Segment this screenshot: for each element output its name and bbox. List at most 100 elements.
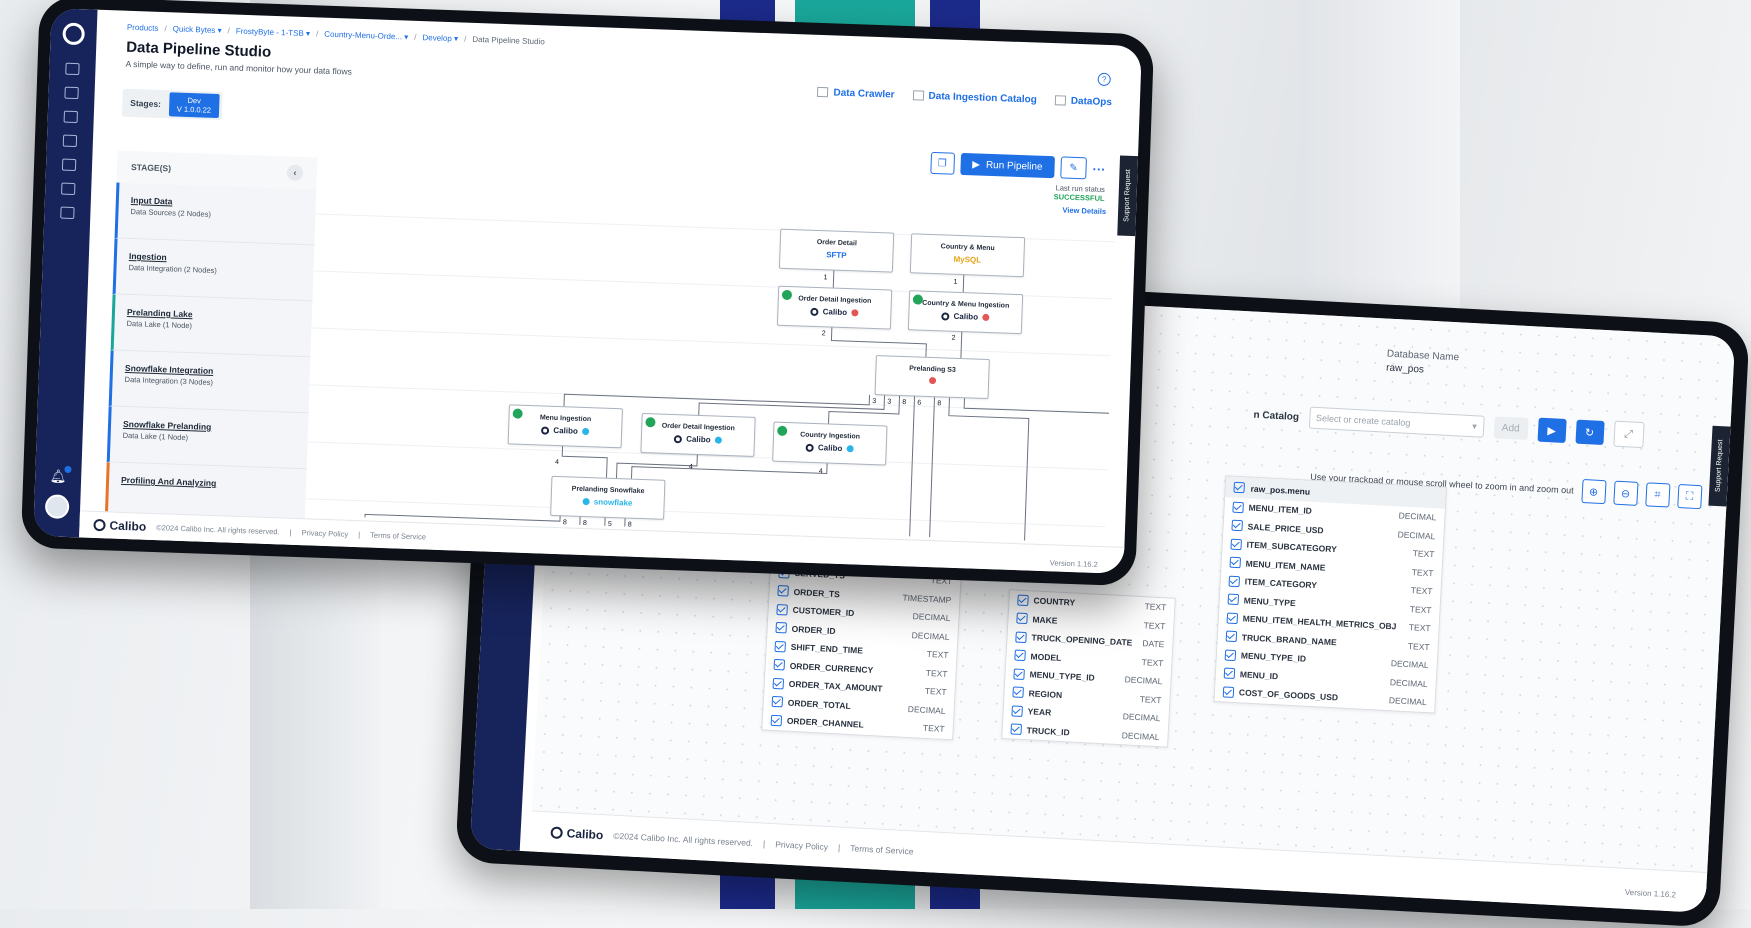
stage-item[interactable]: Input Data Data Sources (2 Nodes) [114,182,317,246]
privacy-link[interactable]: Privacy Policy [775,839,828,852]
checkbox-icon[interactable] [772,677,785,690]
checkbox-icon[interactable] [775,622,787,634]
zoom-out-button[interactable]: ⊖ [1612,480,1639,506]
node-prelanding-snowflake[interactable]: Prelanding Snowflake snowflake [550,475,666,520]
checkbox-icon[interactable] [1229,556,1242,569]
node-order-detail[interactable]: Order Detail SFTP [778,228,895,273]
checkbox-icon[interactable] [1223,667,1236,680]
help-icon[interactable]: ? [1097,72,1111,87]
breadcrumb-products[interactable]: Products [127,23,159,33]
checkbox-icon[interactable] [1226,612,1239,624]
pipeline-canvas[interactable]: Last run status SUCCESSFUL View Details [305,157,1118,544]
checkbox-icon[interactable] [773,659,786,671]
checkbox-icon[interactable] [770,714,783,727]
column-name: YEAR [1027,706,1052,718]
copy-button[interactable]: ❐ [929,151,955,175]
edge-label: 8 [563,519,567,526]
checkbox-icon[interactable] [771,696,784,708]
fullscreen-button[interactable]: ⛶ [1676,483,1703,510]
play-button[interactable]: ▶ [1537,417,1567,444]
node-menu-ingestion[interactable]: Menu Ingestion Calibo [507,404,623,449]
column-name-cell: MENU_ID [1223,667,1279,682]
column-name: ORDER_TAX_AMOUNT [788,678,883,694]
zoom-in-button[interactable]: ⊕ [1580,478,1607,505]
breadcrumb-country-menu[interactable]: Country-Menu-Orde... ▾ [324,30,408,42]
settings-icon[interactable] [60,206,75,220]
stage-item[interactable]: Prelanding Lake Data Lake (1 Node) [110,294,313,358]
checkbox-icon[interactable] [1232,501,1244,514]
checkbox-icon[interactable] [1228,575,1241,587]
column-type: TEXT [1412,548,1435,560]
checkbox-icon[interactable] [776,603,788,616]
add-catalog-button[interactable]: Add [1493,416,1529,441]
analytics-icon[interactable] [62,134,78,148]
catalog-select[interactable]: Select or create catalog ▾ [1308,406,1485,438]
support-request-tab[interactable]: Support Request [1708,425,1731,507]
refresh-button[interactable]: ↻ [1575,419,1605,445]
table-card-menu[interactable]: raw_pos.menu MENU_ITEM_ID DECIMAL SALE_PRI… [1213,475,1447,714]
users-icon[interactable] [61,182,76,196]
checkbox-icon[interactable] [1013,668,1025,680]
node-country-ingestion[interactable]: Country Ingestion Calibo [772,421,888,466]
terms-link[interactable]: Terms of Service [370,530,426,541]
dataops-link[interactable]: DataOps [1054,95,1112,108]
bell-icon[interactable]: 🔔︎ [50,465,72,485]
calibo-logo: Calibo [93,518,146,534]
fit-view-button[interactable]: ⌗ [1644,482,1671,508]
edit-button[interactable]: ✎ [1060,156,1087,180]
checkbox-icon[interactable] [1224,649,1237,661]
support-request-tab[interactable]: Support Request [1117,155,1139,237]
document-icon [912,90,924,101]
checkbox-icon[interactable] [1225,630,1238,643]
table-card-left[interactable]: SERVED_TSTEXTORDER_TSTIMESTAMPCUSTOMER_I… [761,561,962,740]
pipeline-actions: ❐ ▶ Run Pipeline ✎ ··· [929,151,1106,180]
zoom-out-icon: ⊖ [1620,487,1631,500]
checkbox-icon[interactable] [777,585,789,597]
checkbox-icon[interactable] [1014,649,1026,662]
checkbox-icon[interactable] [1222,686,1235,698]
checkbox-icon[interactable] [1227,593,1240,606]
pipeline-icon[interactable] [63,110,78,124]
checkbox-icon[interactable] [1012,686,1024,699]
more-options-icon[interactable]: ··· [1092,161,1106,176]
briefcase-icon[interactable] [64,86,79,100]
checkbox-icon[interactable] [774,640,787,653]
node-country-menu-ingestion[interactable]: Country & Menu Ingestion Calibo [907,290,1024,335]
run-pipeline-button[interactable]: ▶ Run Pipeline [959,152,1055,179]
node-order-detail-ingestion-2[interactable]: Order Detail Ingestion Calibo [640,412,756,457]
checkbox-icon[interactable] [1231,519,1243,532]
node-country-menu[interactable]: Country & Menu MySQL [909,233,1026,278]
collapse-panel-button[interactable]: ‹ [286,164,304,181]
breadcrumb-frostybyte[interactable]: FrostyByte - 1-TSB ▾ [236,27,311,39]
checkbox-icon[interactable] [1017,594,1029,606]
data-crawler-link[interactable]: Data Crawler [817,87,895,101]
breadcrumb-quick-bytes[interactable]: Quick Bytes ▾ [173,24,222,35]
column-type: DECIMAL [1397,529,1436,542]
checkbox-icon[interactable] [1011,705,1023,717]
dashboard-icon[interactable] [65,62,80,76]
node-prelanding-s3[interactable]: Prelanding S3 [874,355,990,400]
checkbox-icon[interactable] [1010,723,1022,736]
stage-item[interactable]: Ingestion Data Integration (2 Nodes) [112,238,315,302]
stage-dev-button[interactable]: Dev V 1.0.0.22 [168,92,220,119]
checkbox-icon[interactable] [1015,631,1027,643]
calibo-brand-icon[interactable] [62,22,86,46]
checkbox-icon[interactable] [1230,538,1242,550]
checkbox-icon[interactable] [1016,612,1028,625]
avatar[interactable] [44,494,70,520]
breadcrumb-develop[interactable]: Develop ▾ [422,33,458,43]
privacy-link[interactable]: Privacy Policy [301,528,348,539]
play-icon: ▶ [972,158,981,171]
terms-link[interactable]: Terms of Service [850,843,914,856]
checkbox-icon[interactable] [1233,481,1245,494]
stage-item[interactable]: Snowflake Integration Data Integration (3… [108,350,311,414]
column-name: MENU_TYPE_ID [1240,650,1307,664]
table-card-mid[interactable]: COUNTRY TEXT MAKE TEXT TRUCK_OPENING_DATE DAT… [1001,589,1176,748]
column-name: MENU_TYPE [1243,595,1296,608]
node-order-detail-ingestion[interactable]: Order Detail Ingestion Calibo [776,285,893,330]
data-ingestion-catalog-link[interactable]: Data Ingestion Catalog [912,90,1037,106]
chart-icon[interactable] [61,158,77,172]
expand-button[interactable]: ⤢ [1612,420,1645,449]
stage-item[interactable]: Snowflake Prelanding Data Lake (1 Node) [106,406,309,470]
node-engine: Calibo [774,442,886,455]
